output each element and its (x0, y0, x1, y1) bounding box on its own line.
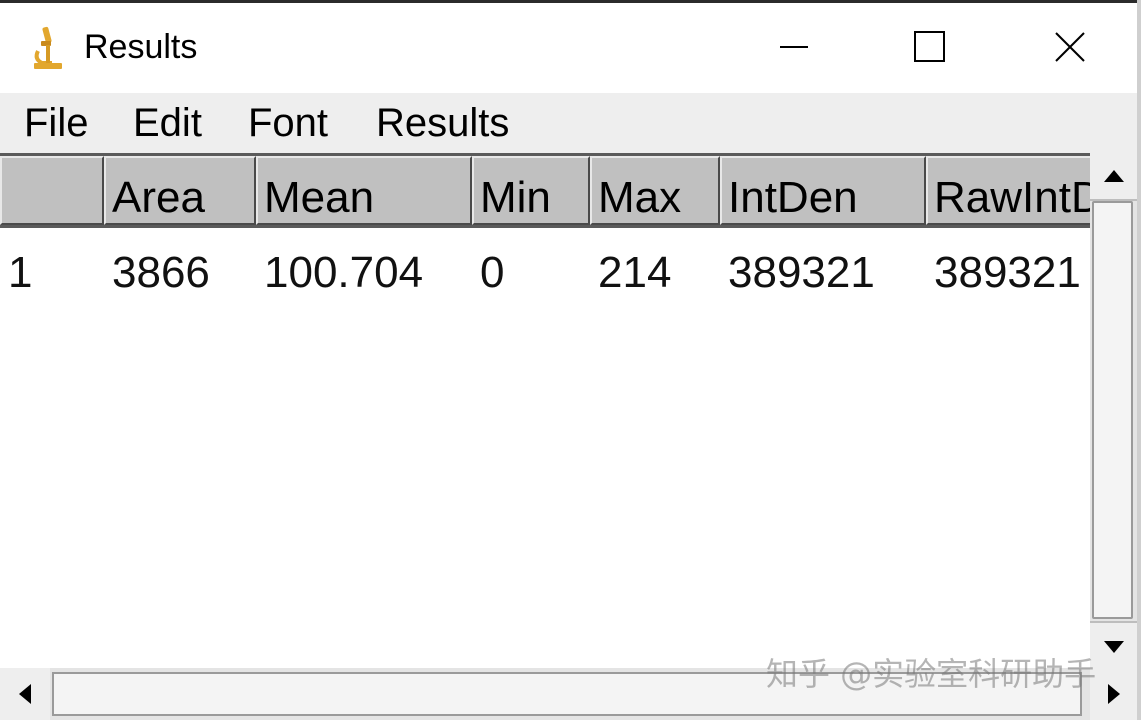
arrow-down-icon (1103, 640, 1124, 653)
window-right-border (1137, 0, 1141, 720)
arrow-up-icon (1103, 170, 1124, 182)
close-icon (1055, 32, 1085, 62)
cell-index: 1 (8, 248, 33, 297)
maximize-icon (914, 31, 945, 62)
cell-intden: 389321 (728, 248, 875, 297)
column-header-label: Max (598, 173, 682, 222)
column-header-intden[interactable]: IntDen (720, 156, 926, 225)
column-header-label: RawIntD (934, 173, 1090, 222)
column-header-index[interactable] (0, 156, 104, 225)
scroll-up-button[interactable] (1090, 153, 1137, 201)
cell-mean: 100.704 (264, 248, 424, 297)
window-title: Results (84, 28, 198, 66)
column-header-label: IntDen (728, 173, 858, 222)
menu-bar: File Edit Font Results (0, 93, 1137, 153)
vertical-scrollbar[interactable] (1090, 153, 1137, 670)
cell-min: 0 (480, 248, 505, 297)
table-header: Area Mean Min Max IntDen RawIntD (0, 153, 1090, 228)
minimize-icon (780, 46, 808, 48)
results-table: Area Mean Min Max IntDen RawIntD 1 3866 … (0, 153, 1090, 668)
scroll-right-button[interactable] (1090, 668, 1137, 720)
cell-area: 3866 (112, 248, 210, 297)
menu-font[interactable]: Font (248, 99, 328, 147)
vertical-scroll-thumb[interactable] (1092, 201, 1133, 619)
title-bar[interactable]: Results (0, 3, 1141, 93)
cell-max: 214 (598, 248, 672, 297)
column-header-label: Area (112, 173, 205, 222)
column-header-rawintden[interactable]: RawIntD (926, 156, 1090, 225)
column-header-min[interactable]: Min (472, 156, 590, 225)
column-header-max[interactable]: Max (590, 156, 720, 225)
microscope-icon (30, 25, 66, 71)
scroll-left-button[interactable] (0, 668, 50, 720)
close-button[interactable] (1040, 17, 1100, 77)
minimize-button[interactable] (764, 17, 824, 77)
column-header-label: Min (480, 173, 551, 222)
arrow-right-icon (1107, 684, 1120, 704)
column-header-label: Mean (264, 173, 375, 222)
watermark-text: 知乎 @实验室科研助手 (766, 655, 1097, 693)
cell-rawintden: 389321 (934, 248, 1081, 297)
menu-file[interactable]: File (24, 99, 88, 147)
arrow-left-icon (19, 684, 31, 704)
results-window: Results File Edit Font Results Area Mean… (0, 0, 1141, 720)
table-row[interactable]: 1 3866 100.704 0 214 389321 389321 (0, 245, 1090, 305)
menu-results[interactable]: Results (376, 99, 509, 147)
scroll-down-button[interactable] (1090, 621, 1137, 670)
maximize-button[interactable] (900, 17, 960, 77)
column-header-area[interactable]: Area (104, 156, 256, 225)
menu-edit[interactable]: Edit (133, 99, 202, 147)
column-header-mean[interactable]: Mean (256, 156, 472, 225)
